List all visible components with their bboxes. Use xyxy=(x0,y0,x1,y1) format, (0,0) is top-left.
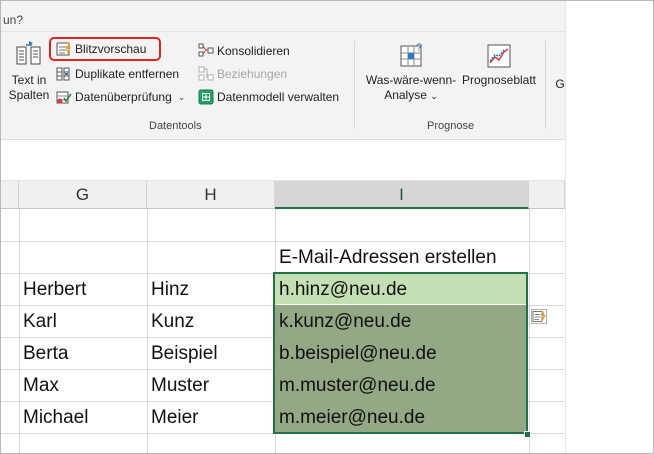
was-waere-wenn-label-1-text: Was-wäre-wenn- xyxy=(365,73,457,87)
fill-handle[interactable] xyxy=(524,431,531,438)
consolidate-icon xyxy=(198,43,214,57)
text-to-columns-icon xyxy=(16,41,41,65)
cell-last-name[interactable]: Meier xyxy=(147,402,199,432)
duplikate-entfernen-label: Duplikate entfernen xyxy=(75,67,180,81)
beziehungen-label: Beziehungen xyxy=(217,67,288,81)
cell-first-name[interactable]: Herbert xyxy=(19,274,86,304)
datenueberpruefung-label: Datenüberprüfung xyxy=(75,90,172,104)
chevron-down-icon[interactable]: ⌄ xyxy=(178,92,186,103)
duplikate-entfernen-button[interactable]: Duplikate entfernen xyxy=(56,65,179,83)
tab-strip-divider xyxy=(1,31,565,32)
next-group-cut-label[interactable]: G xyxy=(555,77,565,92)
selection-border xyxy=(273,272,528,434)
data-validation-icon xyxy=(56,91,72,104)
ribbon: un? Text in Spalten Blitzvorschau Duplik… xyxy=(1,1,565,140)
datentools-group-label: Datentools xyxy=(149,120,202,132)
flash-fill-options-icon[interactable] xyxy=(531,309,547,324)
datenueberpruefung-button[interactable]: Datenüberprüfung ⌄ xyxy=(56,88,185,106)
text-in-spalten-label-1: Text in xyxy=(11,73,47,87)
data-model-icon xyxy=(198,89,214,105)
cell-last-name[interactable]: Kunz xyxy=(147,306,194,336)
group-separator xyxy=(354,41,355,129)
what-if-analysis-icon: ? xyxy=(400,42,422,67)
chevron-down-icon: ⌄ xyxy=(430,91,438,101)
formula-bar-area xyxy=(1,140,565,181)
prognose-group-label: Prognose xyxy=(427,120,475,132)
cell-last-name[interactable]: Hinz xyxy=(147,274,189,304)
group-separator xyxy=(545,41,546,129)
beziehungen-button[interactable]: Beziehungen xyxy=(198,65,287,83)
excel-window: un? Text in Spalten Blitzvorschau Duplik… xyxy=(0,0,654,454)
cell-last-name[interactable]: Muster xyxy=(147,370,209,400)
cell-i-header[interactable]: E-Mail-Adressen erstellen xyxy=(275,242,497,272)
text-in-spalten-button[interactable]: Text in Spalten xyxy=(7,41,51,103)
datenmodell-verwalten-label: Datenmodell verwalten xyxy=(217,90,340,104)
was-waere-wenn-label-2-text: Analyse xyxy=(384,88,427,102)
column-header-j[interactable] xyxy=(529,181,565,209)
tab-hint: un? xyxy=(3,13,24,27)
forecast-sheet-icon xyxy=(487,44,511,68)
cell-last-name[interactable]: Beispiel xyxy=(147,338,218,368)
cell-first-name[interactable]: Michael xyxy=(19,402,88,432)
prognoseblatt-button[interactable]: Prognoseblatt xyxy=(459,41,539,88)
cell-first-name[interactable]: Berta xyxy=(19,338,68,368)
svg-text:?: ? xyxy=(416,42,422,54)
was-waere-wenn-analyse-button[interactable]: ? Was-wäre-wenn- Analyse ⌄ xyxy=(362,41,460,104)
column-header-left-edge[interactable] xyxy=(1,181,19,209)
column-header-h[interactable]: H xyxy=(147,181,275,209)
gridline xyxy=(565,1,566,453)
prognoseblatt-label: Prognoseblatt xyxy=(461,73,537,87)
remove-duplicates-icon xyxy=(56,67,70,81)
relationships-icon xyxy=(198,66,214,81)
gridline xyxy=(529,209,530,453)
cell-first-name[interactable]: Max xyxy=(19,370,59,400)
konsolidieren-label: Konsolidieren xyxy=(217,44,290,58)
was-waere-wenn-label-1: Was-wäre-wenn- xyxy=(362,73,460,88)
cell-first-name[interactable]: Karl xyxy=(19,306,57,336)
datenmodell-verwalten-button[interactable]: Datenmodell verwalten xyxy=(198,88,339,106)
column-header-g[interactable]: G xyxy=(19,181,147,209)
blitzvorschau-highlight xyxy=(49,37,161,61)
was-waere-wenn-label-2: Analyse ⌄ xyxy=(362,88,460,104)
konsolidieren-button[interactable]: Konsolidieren xyxy=(198,42,290,60)
column-header-i[interactable]: I xyxy=(275,181,529,209)
text-in-spalten-label-2: Spalten xyxy=(8,88,50,102)
ribbon-empty-area xyxy=(565,1,653,139)
